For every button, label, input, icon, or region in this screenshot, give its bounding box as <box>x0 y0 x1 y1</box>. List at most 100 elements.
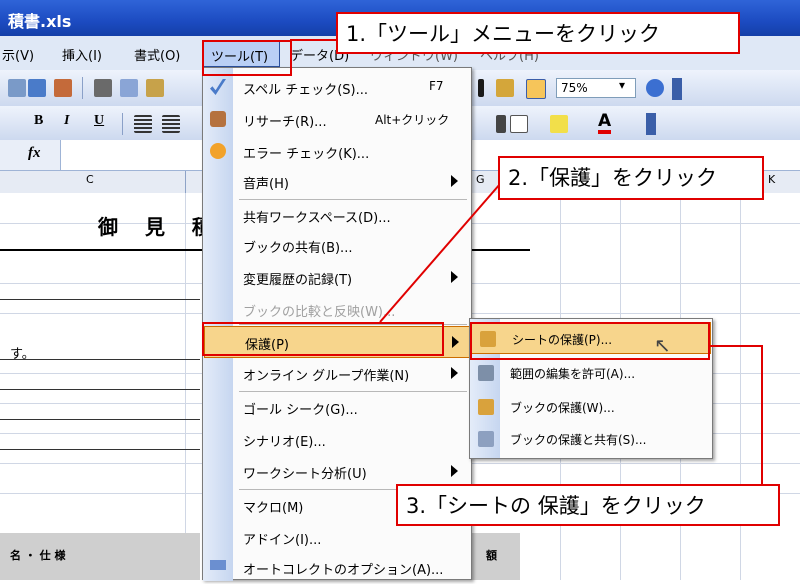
menu-item-label: アドイン(I)... <box>243 533 322 548</box>
table-header-cell: 名 ・ 仕 様 <box>0 533 200 580</box>
lock-icon <box>478 399 494 415</box>
toolbar-options-icon[interactable] <box>672 78 682 100</box>
highlight-protect-sheet <box>470 322 710 360</box>
grid-line <box>185 193 186 580</box>
chevron-down-icon: ▾ <box>619 78 626 92</box>
menu-item-label: マクロ(M) <box>243 501 304 516</box>
submenu-arrow-icon <box>451 175 458 187</box>
menu-item-scenarios[interactable]: シナリオ(E)... <box>203 424 471 456</box>
align-left-icon[interactable] <box>134 115 152 133</box>
table-header-cell: 額 <box>470 533 520 580</box>
cell-text: す。 <box>10 347 35 362</box>
cut-icon[interactable] <box>94 79 112 97</box>
submenu-arrow-icon <box>451 367 458 379</box>
bold-button[interactable]: B <box>34 113 43 129</box>
menu-item-spellcheck[interactable]: スペル チェック(S)... F7 <box>203 72 471 104</box>
callout-step1-text: 1.「ツール」メニューをクリック <box>346 22 661 46</box>
fx-icon[interactable]: fx <box>28 145 41 162</box>
toolbar-grip-icon <box>8 79 26 97</box>
submenu-arrow-icon <box>452 336 459 348</box>
spellcheck-icon[interactable] <box>28 79 46 97</box>
column-g[interactable]: G <box>476 173 485 186</box>
menu-item-addins[interactable]: アドイン(I)... <box>203 522 471 554</box>
menu-item-research[interactable]: リサーチ(R)... Alt+クリック <box>203 104 471 136</box>
zoom-select[interactable]: 75% ▾ <box>556 78 636 98</box>
table-header-label: 額 <box>486 549 497 562</box>
menu-item-label: エラー チェック(K)... <box>243 147 370 162</box>
menu-item-goal-seek[interactable]: ゴール シーク(G)... <box>203 392 471 424</box>
menu-item-label: 共有ワークスペース(D)... <box>243 211 391 226</box>
column-k[interactable]: K <box>768 173 775 186</box>
share-lock-icon <box>478 431 494 447</box>
window-title: 積書.xls <box>8 12 72 31</box>
drawing-icon[interactable] <box>526 79 546 99</box>
fill-color-icon[interactable] <box>550 115 568 133</box>
menu-item-online-collab[interactable]: オンライン グループ作業(N) <box>203 358 471 390</box>
edit-ranges-icon <box>478 365 494 381</box>
title-underline <box>0 249 202 251</box>
toolbar-options-icon[interactable] <box>646 113 656 135</box>
toolbar-separator <box>122 113 123 135</box>
menu-item-shortcut: Alt+クリック <box>375 113 450 127</box>
italic-button[interactable]: I <box>64 113 69 129</box>
menu-item-label: 変更履歴の記録(T) <box>243 273 353 288</box>
menu-item-label: 音声(H) <box>243 177 289 192</box>
copy-icon[interactable] <box>120 79 138 97</box>
menu-item-label: スペル チェック(S)... <box>243 83 369 98</box>
submenu-item-protect-workbook[interactable]: ブックの保護(W)... <box>470 391 712 423</box>
highlight-tools-menu <box>202 40 292 76</box>
paste-icon[interactable] <box>146 79 164 97</box>
error-check-icon <box>210 143 226 159</box>
menu-item-share-workbook[interactable]: ブックの共有(B)... <box>203 230 471 262</box>
menu-item-autocorrect[interactable]: オートコレクトのオプション(A)... <box>203 552 471 584</box>
callout-step3: 3.「シートの 保護」をクリック <box>396 484 780 526</box>
menu-item-error-check[interactable]: エラー チェック(K)... <box>203 136 471 168</box>
submenu-item-allow-edit-ranges[interactable]: 範囲の編集を許可(A)... <box>470 357 712 389</box>
borders-icon[interactable] <box>510 115 528 133</box>
submenu-arrow-icon <box>451 465 458 477</box>
chart-wizard-icon[interactable] <box>496 79 514 97</box>
submenu-item-protect-share[interactable]: ブックの保護と共有(S)... <box>470 423 712 455</box>
table-header-label: 名 ・ 仕 様 <box>10 549 66 562</box>
rule-line <box>0 299 200 300</box>
submenu-item-label: ブックの保護(W)... <box>510 401 615 415</box>
menu-item-shared-workspace[interactable]: 共有ワークスペース(D)... <box>203 200 471 232</box>
submenu-item-label: ブックの保護と共有(S)... <box>510 433 647 447</box>
submenu-item-label: 範囲の編集を許可(A)... <box>510 367 636 381</box>
menu-view[interactable]: 示(V) <box>2 45 34 64</box>
menu-item-label: ワークシート分析(U) <box>243 467 367 482</box>
spellcheck-icon <box>210 79 226 95</box>
menu-item-label: ゴール シーク(G)... <box>243 403 358 418</box>
menu-insert[interactable]: 挿入(I) <box>62 45 102 64</box>
highlight-protection <box>202 322 444 356</box>
menu-item-track-changes[interactable]: 変更履歴の記録(T) <box>203 262 471 294</box>
column-c[interactable]: C <box>86 173 94 186</box>
menu-item-shortcut: F7 <box>429 79 444 93</box>
submenu-arrow-icon <box>451 271 458 283</box>
zoom-value: 75% <box>561 81 588 95</box>
align-center-icon[interactable] <box>162 115 180 133</box>
rule-line <box>0 419 200 420</box>
menu-item-label: リサーチ(R)... <box>243 115 327 130</box>
font-color-icon[interactable]: A <box>598 112 612 134</box>
callout-step1: 1.「ツール」メニューをクリック <box>336 12 740 54</box>
callout-step2: 2.「保護」をクリック <box>498 156 764 200</box>
title-underline <box>470 249 530 251</box>
research-icon[interactable] <box>54 79 72 97</box>
sort-icon[interactable] <box>478 79 484 97</box>
menu-item-label: ブックの比較と反映(W)... <box>243 305 396 320</box>
callout-step2-text: 2.「保護」をクリック <box>508 166 718 190</box>
rule-line <box>0 449 200 450</box>
decrease-indent-icon[interactable] <box>496 115 506 133</box>
callout-step3-text: 3.「シートの 保護」をクリック <box>406 494 706 518</box>
menu-item-label: ブックの共有(B)... <box>243 241 353 256</box>
menu-format[interactable]: 書式(O) <box>134 45 180 64</box>
underline-button[interactable]: U <box>94 113 104 129</box>
help-icon[interactable] <box>646 79 664 97</box>
menu-item-label: オンライン グループ作業(N) <box>243 369 410 384</box>
research-icon <box>210 111 226 127</box>
menu-item-label: オートコレクトのオプション(A)... <box>243 563 444 578</box>
rule-line <box>0 389 200 390</box>
menu-item-speech[interactable]: 音声(H) <box>203 166 471 198</box>
toolbar-separator <box>82 77 83 99</box>
